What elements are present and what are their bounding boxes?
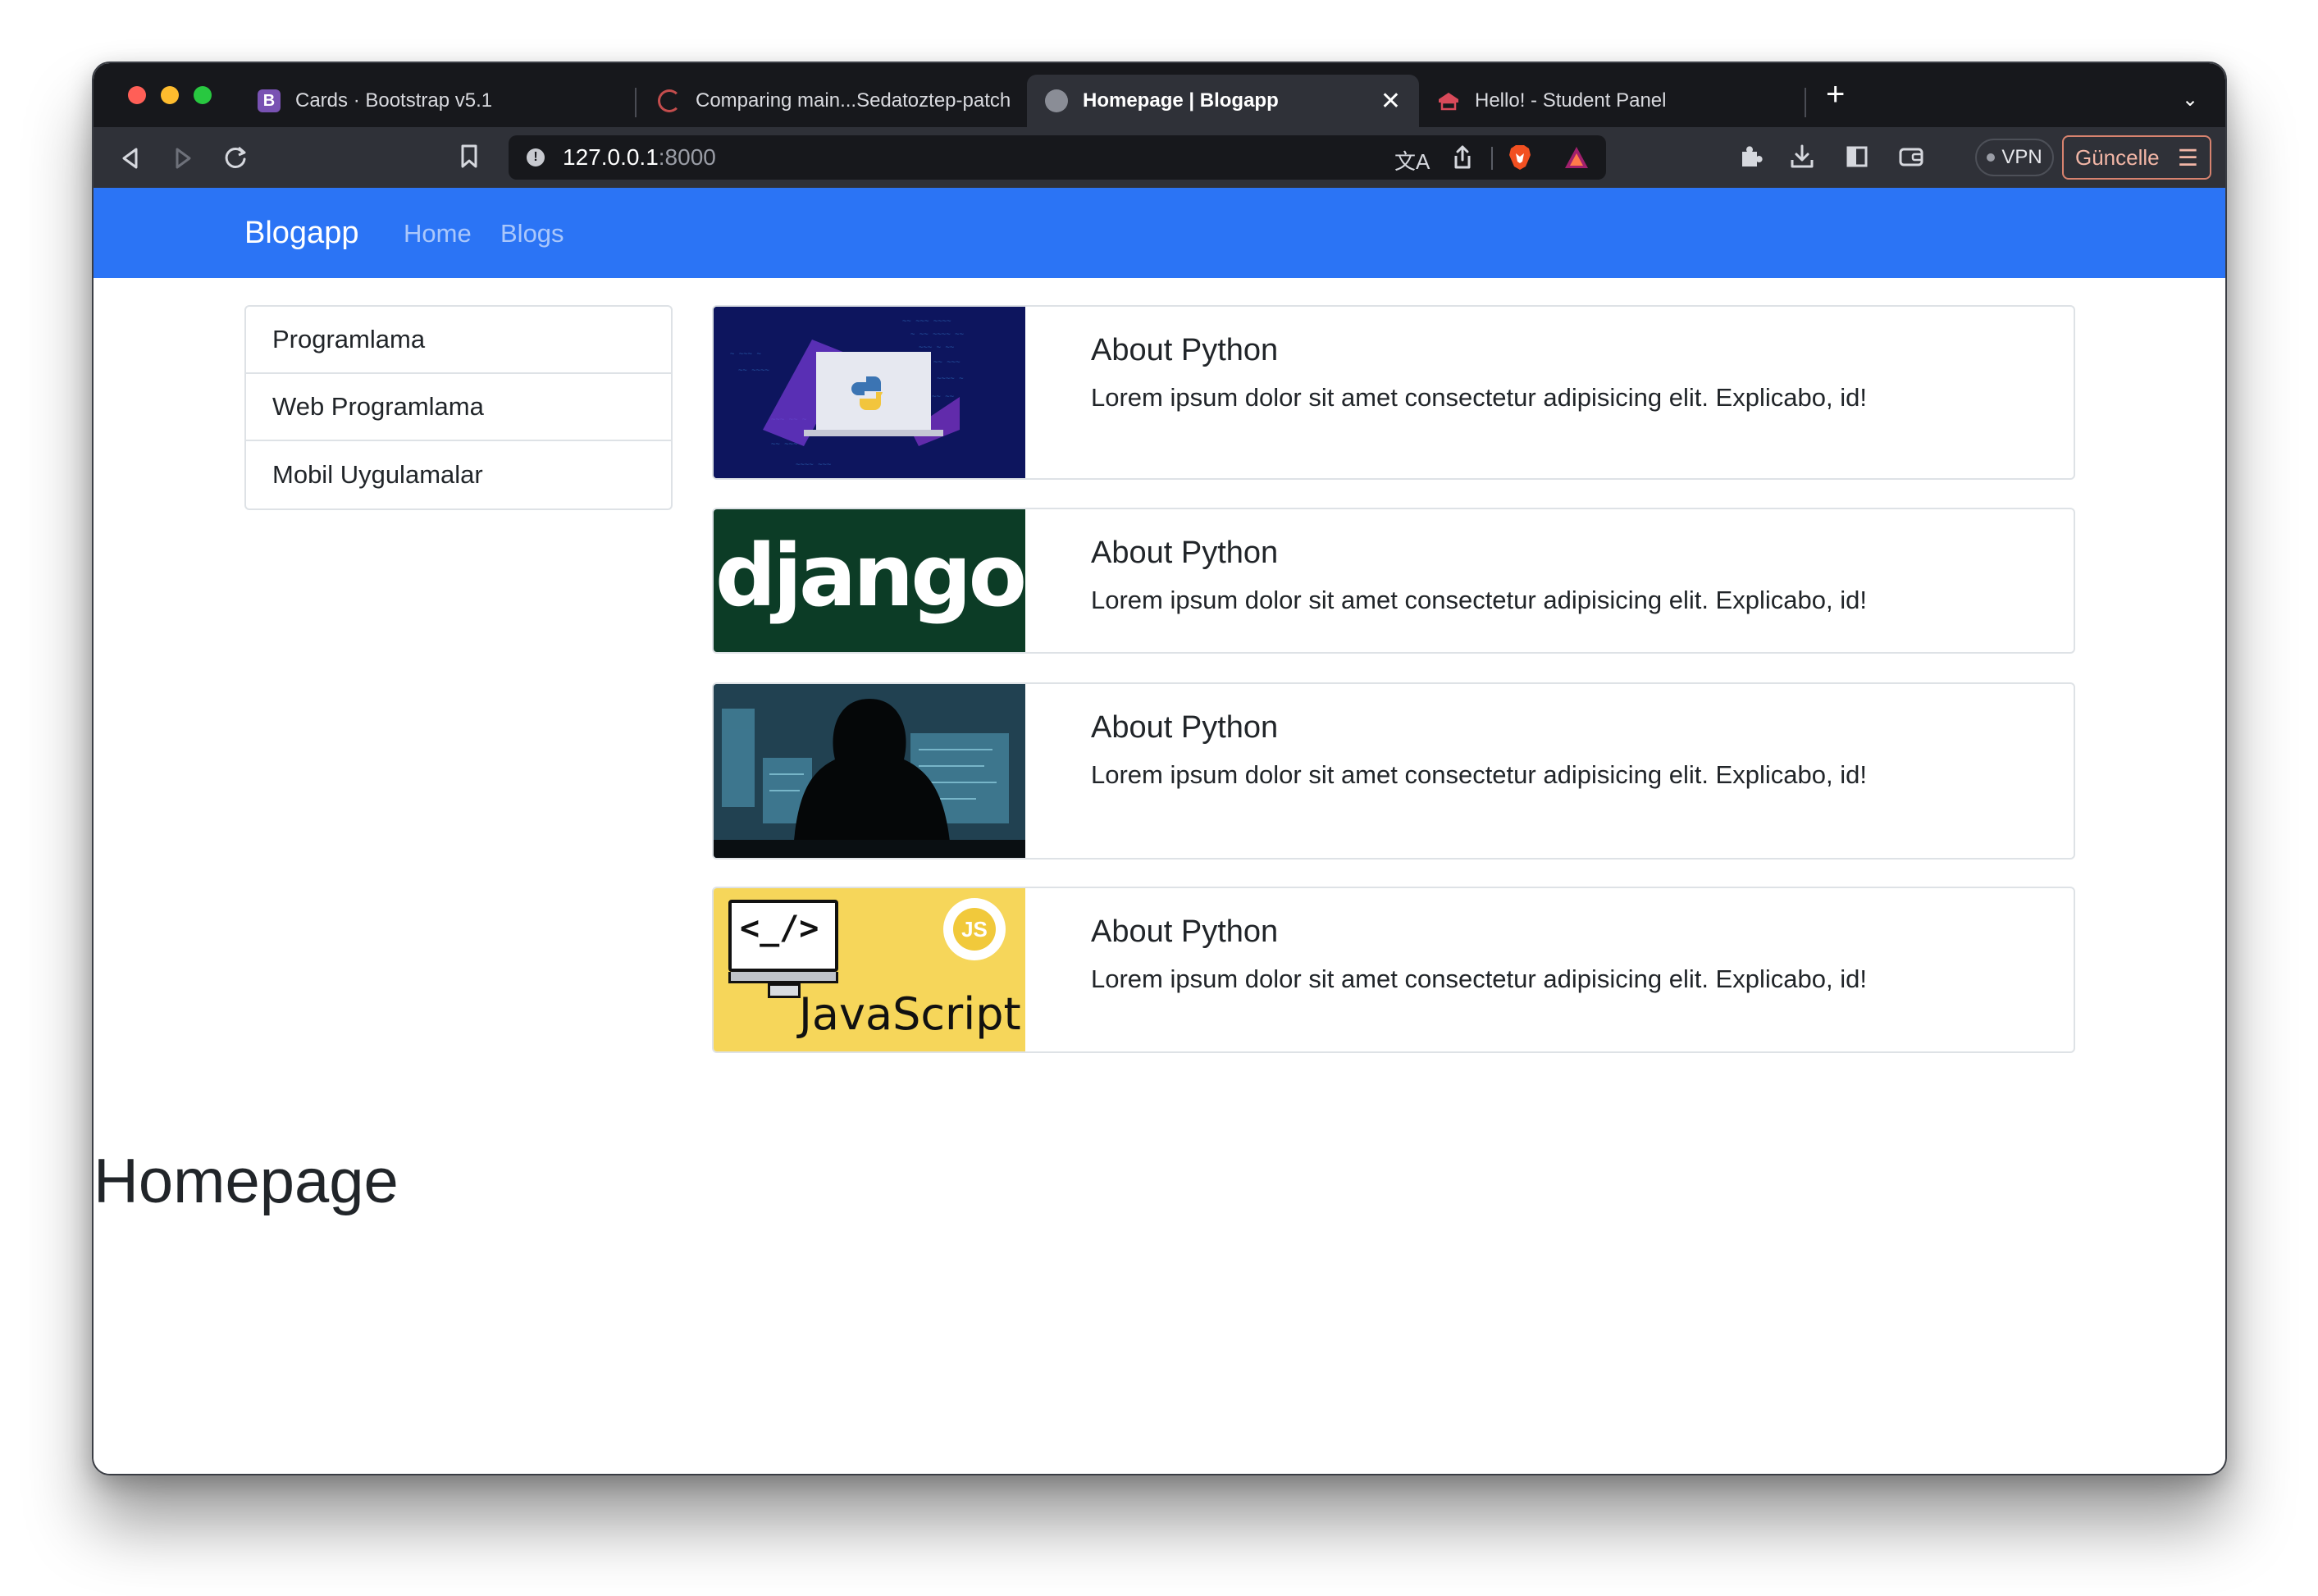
svg-text:~~~~ ~: ~~~~ ~ (937, 375, 964, 383)
browser-window: B Cards · Bootstrap v5.1 Comparing main.… (92, 62, 2227, 1475)
bookmark-icon[interactable] (459, 144, 479, 170)
svg-text:~~ ~~~~: ~~ ~~~~ (738, 367, 770, 375)
vpn-status-dot-icon (1987, 153, 1996, 162)
page-content: Blogapp Home Blogs Programlama Web Progr… (94, 188, 2225, 1474)
card-body: About Python Lorem ipsum dolor sit amet … (1025, 684, 1867, 858)
chevron-down-icon[interactable]: ⌄ (2182, 88, 2198, 112)
vpn-label: VPN (2001, 146, 2042, 168)
category-list: Programlama Web Programlama Mobil Uygula… (244, 305, 673, 510)
browser-toolbar: ! 127.0.0.1:8000 文A VPN Güncelle ☰ (94, 127, 2225, 188)
update-label: Güncelle (2075, 144, 2160, 170)
tab-homepage-blogapp[interactable]: Homepage | Blogapp ✕ (1027, 75, 1419, 127)
maximize-window-button[interactable] (194, 86, 212, 104)
page-title: Homepage (94, 1147, 399, 1216)
tab-strip: B Cards · Bootstrap v5.1 Comparing main.… (94, 63, 2225, 127)
django-logo-image: django (714, 509, 1025, 652)
card-text: Lorem ipsum dolor sit amet consectetur a… (1091, 760, 1867, 789)
tab-cards-bootstrap[interactable]: B Cards · Bootstrap v5.1 (240, 75, 625, 127)
tab-divider (635, 88, 637, 117)
svg-text:~~ ~~: ~~ ~~ (932, 393, 955, 401)
blog-card[interactable]: django About Python Lorem ipsum dolor si… (712, 508, 2075, 654)
monitor-base (728, 972, 838, 983)
address-bar[interactable]: ! 127.0.0.1:8000 文A (509, 135, 1606, 180)
js-badge-text: JS (953, 908, 996, 951)
svg-text:~~~~ ~~~: ~~~~ ~~~ (796, 461, 832, 469)
close-window-button[interactable] (128, 86, 146, 104)
globe-icon (1045, 89, 1068, 112)
django-logo-text: django (714, 526, 1025, 626)
wallet-icon[interactable] (1898, 145, 1924, 168)
svg-text:~~ ~~~ ~~~~: ~~ ~~~ ~~~~ (902, 317, 951, 326)
brave-rewards-icon[interactable] (1563, 145, 1590, 170)
forward-icon[interactable] (172, 147, 194, 170)
blog-card[interactable]: <_/> JS JavaScript About Python Lorem ip… (712, 887, 2075, 1053)
tab-title: Comparing main...Sedatoztep-patch (696, 89, 1011, 112)
extensions-puzzle-icon[interactable] (1737, 144, 1764, 170)
tab-title: Homepage | Blogapp (1083, 89, 1279, 112)
bootstrap-icon: B (258, 89, 281, 112)
menu-icon: ☰ (2177, 144, 2198, 171)
site-info-icon[interactable]: ! (527, 148, 545, 166)
category-item-web-programlama[interactable]: Web Programlama (246, 374, 671, 441)
tab-student-panel[interactable]: Hello! - Student Panel (1419, 75, 1805, 127)
svg-text:~~~ ~ ~~: ~~~ ~ ~~ (919, 344, 955, 352)
back-icon[interactable] (120, 147, 141, 170)
download-icon[interactable] (1790, 144, 1814, 170)
tab-divider (1805, 88, 1806, 117)
card-title: About Python (1091, 710, 1279, 745)
hooded-hacker-image (714, 684, 1025, 858)
share-icon[interactable] (1452, 145, 1473, 170)
blog-card[interactable]: ~~ ~~~ ~~~~ ~ ~~ ~~~~ ~~ ~~~ ~ ~~ ~~ ~~~ ~… (712, 305, 2075, 480)
new-tab-icon[interactable]: + (1826, 78, 1845, 111)
site-navbar: Blogapp Home Blogs (94, 188, 2225, 278)
card-title: About Python (1091, 333, 1279, 367)
js-badge-icon: JS (943, 898, 1006, 960)
vpn-button[interactable]: VPN (1975, 139, 2054, 176)
card-text: Lorem ipsum dolor sit amet consectetur a… (1091, 964, 1867, 993)
tab-title: Hello! - Student Panel (1475, 89, 1667, 112)
card-text: Lorem ipsum dolor sit amet consectetur a… (1091, 586, 1867, 614)
svg-text:~~ ~~~: ~~ ~~~ (933, 358, 961, 367)
sidebar-toggle-icon[interactable] (1846, 145, 1869, 168)
url-port: :8000 (658, 144, 716, 170)
monitor-stand (768, 983, 801, 998)
card-text: Lorem ipsum dolor sit amet consectetur a… (1091, 383, 1867, 412)
minimize-window-button[interactable] (161, 86, 179, 104)
nav-link-blogs[interactable]: Blogs (500, 219, 564, 249)
student-panel-icon (1437, 89, 1460, 112)
card-title: About Python (1091, 914, 1279, 949)
url-host: 127.0.0.1 (563, 144, 659, 170)
nav-link-home[interactable]: Home (404, 219, 472, 249)
code-glyph: <_/> (740, 910, 819, 947)
svg-text:~ ~~ ~~~~ ~~: ~ ~~ ~~~~ ~~ (910, 331, 965, 339)
url-text: 127.0.0.1:8000 (563, 144, 716, 171)
translate-icon[interactable]: 文A (1394, 145, 1430, 176)
address-bar-divider (1491, 147, 1493, 170)
monitor-illustration: <_/> (728, 900, 838, 972)
navbar-brand[interactable]: Blogapp (244, 216, 358, 251)
reload-icon[interactable] (223, 145, 248, 170)
tab-title: Cards · Bootstrap v5.1 (295, 89, 493, 112)
category-item-programlama[interactable]: Programlama (246, 307, 671, 374)
brave-shields-icon[interactable] (1508, 144, 1532, 171)
card-title: About Python (1091, 536, 1279, 570)
category-item-mobil-uygulamalar[interactable]: Mobil Uygulamalar (246, 441, 671, 508)
update-button[interactable]: Güncelle ☰ (2062, 135, 2211, 180)
card-body: About Python Lorem ipsum dolor sit amet … (1025, 509, 1867, 652)
svg-text:~ ~~~ ~: ~ ~~~ ~ (730, 350, 762, 358)
loading-spinner-icon (658, 89, 681, 112)
card-body: About Python Lorem ipsum dolor sit amet … (1025, 888, 1867, 1051)
card-body: About Python Lorem ipsum dolor sit amet … (1025, 307, 1867, 478)
javascript-label: JavaScript (799, 988, 1021, 1040)
blog-card[interactable]: About Python Lorem ipsum dolor sit amet … (712, 682, 2075, 860)
javascript-illustration-image: <_/> JS JavaScript (714, 888, 1025, 1051)
close-tab-icon[interactable]: ✕ (1380, 87, 1401, 116)
python-laptop-image: ~~ ~~~ ~~~~ ~ ~~ ~~~~ ~~ ~~~ ~ ~~ ~~ ~~~ ~… (714, 307, 1025, 478)
